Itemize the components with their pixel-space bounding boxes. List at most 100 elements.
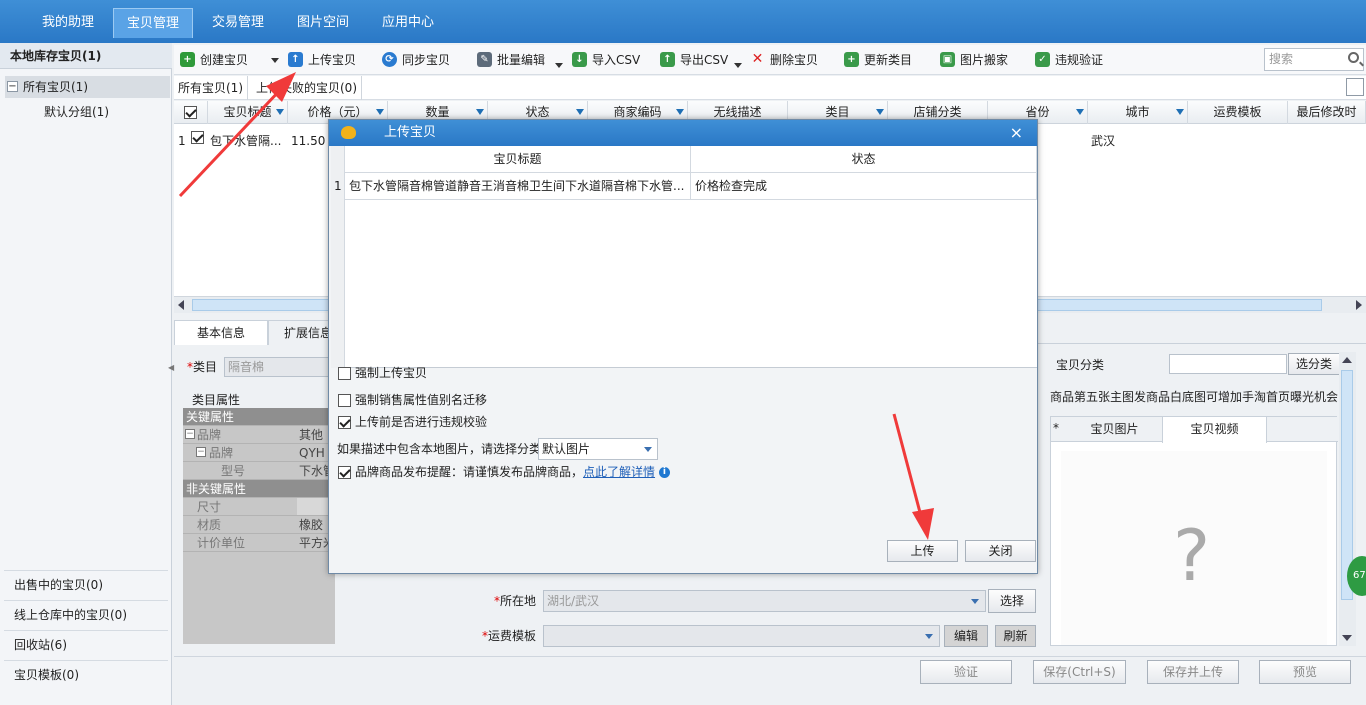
left-link-on-sale[interactable]: 出售中的宝贝(0): [4, 570, 168, 598]
info-icon[interactable]: i: [658, 467, 670, 478]
create-dropdown-icon[interactable]: [271, 58, 279, 63]
scroll-up-icon[interactable]: [1342, 357, 1352, 363]
scroll-down-icon[interactable]: [1342, 635, 1352, 641]
force-upload-option[interactable]: 强制上传宝贝: [338, 363, 427, 383]
image-category-select[interactable]: 默认图片: [538, 438, 658, 460]
attr-brand[interactable]: − 品牌 其他: [183, 426, 335, 444]
location-select-button[interactable]: 选择: [988, 589, 1036, 613]
attr-size[interactable]: 尺寸: [183, 498, 335, 516]
update-category-button[interactable]: + 更新类目: [844, 50, 912, 70]
verify-button[interactable]: 验证: [920, 660, 1012, 684]
subtab-upload-failed[interactable]: 上传失败的宝贝(0): [252, 76, 362, 100]
left-link-templates[interactable]: 宝贝模板(0): [4, 660, 168, 688]
select-category-button[interactable]: 选分类: [1288, 353, 1340, 375]
left-link-recycle-bin[interactable]: 回收站(6): [4, 630, 168, 658]
check-icon: ✓: [1035, 52, 1050, 67]
edit-columns-icon[interactable]: [1346, 78, 1364, 96]
delete-icon: ✕: [751, 51, 764, 67]
upload-dialog: 上传宝贝 × 宝贝标题 状态 1 包下水管隔音棉管道静音王消音棉卫生间下水道隔音…: [328, 119, 1038, 574]
row-title: 包下水管隔...: [210, 134, 282, 148]
dialog-close-icon[interactable]: ×: [1010, 120, 1023, 146]
picture-move-button[interactable]: ▣ 图片搬家: [940, 50, 1008, 70]
col-title[interactable]: 宝贝标题: [208, 101, 288, 124]
media-box: * 宝贝图片 宝贝视频 ?: [1050, 416, 1338, 646]
scroll-left-icon[interactable]: [178, 300, 184, 310]
toolbar: + 创建宝贝 ↑ 上传宝贝 ⟳ 同步宝贝 ✎ 批量编辑 ↓ 导入CSV ↑ 导出…: [174, 45, 1366, 75]
filter-icon: [1076, 109, 1084, 115]
freight-select[interactable]: [543, 625, 940, 647]
attr-pricing-unit[interactable]: 计价单位 平方米: [183, 534, 335, 552]
row-checkbox[interactable]: [191, 131, 204, 144]
force-upload-checkbox[interactable]: [338, 367, 351, 380]
search-input[interactable]: 搜索: [1264, 48, 1364, 71]
panel-collapse-icon[interactable]: ◀: [168, 363, 174, 372]
nav-tab-picture-space[interactable]: 图片空间: [283, 8, 363, 38]
dialog-item-grid: 宝贝标题 状态 1 包下水管隔音棉管道静音王消音棉卫生间下水道隔音棉下水管...…: [331, 146, 1037, 368]
violation-check-option[interactable]: 上传前是否进行违规校验: [338, 412, 487, 432]
create-item-button[interactable]: + 创建宝贝: [180, 50, 248, 70]
category-input[interactable]: 隔音棉: [224, 357, 334, 377]
filter-icon: [476, 109, 484, 115]
upload-item-button[interactable]: ↑ 上传宝贝: [288, 50, 356, 70]
collapse-icon[interactable]: −: [7, 81, 18, 92]
image-category-label: 如果描述中包含本地图片，请选择分类: [337, 442, 542, 456]
nav-tab-assistant[interactable]: 我的助理: [28, 8, 108, 38]
tree-item-default-group[interactable]: 默认分组(1): [44, 103, 109, 121]
local-inventory-title: 本地库存宝贝(1): [0, 43, 172, 69]
grid-select-all[interactable]: [174, 101, 208, 124]
left-link-online-warehouse[interactable]: 线上仓库中的宝贝(0): [4, 600, 168, 628]
import-csv-button[interactable]: ↓ 导入CSV: [572, 50, 640, 70]
violation-check-button[interactable]: ✓ 违规验证: [1035, 50, 1103, 70]
attr-group-label: 类目属性: [192, 393, 241, 407]
save-and-upload-button[interactable]: 保存并上传: [1147, 660, 1239, 684]
upload-button[interactable]: 上传: [887, 540, 958, 562]
learn-more-link[interactable]: 点此了解详情: [583, 465, 655, 479]
scroll-right-icon[interactable]: [1356, 300, 1362, 310]
nav-tab-app-center[interactable]: 应用中心: [368, 8, 448, 38]
tab-item-pictures[interactable]: 宝贝图片: [1067, 417, 1162, 442]
promo-text: 商品第五张主图发商品白底图可增加手淘首页曝光机会: [1050, 390, 1339, 404]
nav-tab-item-management[interactable]: 宝贝管理: [113, 8, 193, 38]
attr-key-header: 关键属性: [183, 408, 335, 426]
category-label: *类目: [187, 360, 218, 374]
col-city[interactable]: 城市: [1088, 101, 1188, 124]
attr-brand-sub[interactable]: − 品牌 QYH: [183, 444, 335, 462]
collapse-icon: −: [196, 447, 206, 457]
export-dropdown-icon[interactable]: [734, 63, 742, 68]
filter-icon: [276, 109, 284, 115]
brand-reminder-checkbox[interactable]: [338, 466, 351, 479]
force-alias-migration-option[interactable]: 强制销售属性值别名迁移: [338, 390, 487, 410]
col-last-modified[interactable]: 最后修改时: [1288, 101, 1366, 124]
batch-edit-button[interactable]: ✎ 批量编辑: [477, 50, 545, 70]
nav-tab-trade-management[interactable]: 交易管理: [198, 8, 278, 38]
item-category-input[interactable]: [1169, 354, 1287, 374]
tree-item-all[interactable]: − 所有宝贝(1): [5, 76, 170, 98]
freight-refresh-button[interactable]: 刷新: [995, 625, 1036, 647]
col-freight-template[interactable]: 运费模板: [1188, 101, 1288, 124]
sync-item-button[interactable]: ⟳ 同步宝贝: [382, 50, 450, 70]
tab-basic-info[interactable]: 基本信息: [174, 320, 268, 345]
attr-model[interactable]: 型号 下水管: [183, 462, 335, 480]
media-required-mark: *: [1053, 421, 1059, 435]
delete-item-button[interactable]: ✕ 删除宝贝: [750, 50, 818, 70]
detail-vertical-scrollbar[interactable]: [1339, 352, 1356, 646]
violation-check-checkbox[interactable]: [338, 416, 351, 429]
picture-icon: ▣: [940, 52, 955, 67]
search-icon[interactable]: [1348, 52, 1359, 63]
export-csv-button[interactable]: ↑ 导出CSV: [660, 50, 728, 70]
plus-icon: +: [180, 52, 195, 67]
tab-item-video[interactable]: 宝贝视频: [1162, 417, 1267, 443]
subtab-all-items[interactable]: 所有宝贝(1): [174, 76, 248, 100]
preview-button[interactable]: 预览: [1259, 660, 1351, 684]
freight-edit-button[interactable]: 编辑: [944, 625, 988, 647]
save-button[interactable]: 保存(Ctrl+S): [1033, 660, 1126, 684]
location-select[interactable]: 湖北/武汉: [543, 590, 986, 612]
batch-edit-dropdown-icon[interactable]: [555, 63, 563, 68]
select-all-checkbox[interactable]: [184, 106, 197, 119]
close-button[interactable]: 关闭: [965, 540, 1036, 562]
import-icon: ↓: [572, 52, 587, 67]
brand-reminder-option[interactable]: 品牌商品发布提醒：请谨慎发布品牌商品，点此了解详情 i: [338, 462, 670, 482]
attr-material[interactable]: 材质 橡胶: [183, 516, 335, 534]
location-label: *所在地: [494, 594, 537, 608]
force-alias-migration-checkbox[interactable]: [338, 394, 351, 407]
